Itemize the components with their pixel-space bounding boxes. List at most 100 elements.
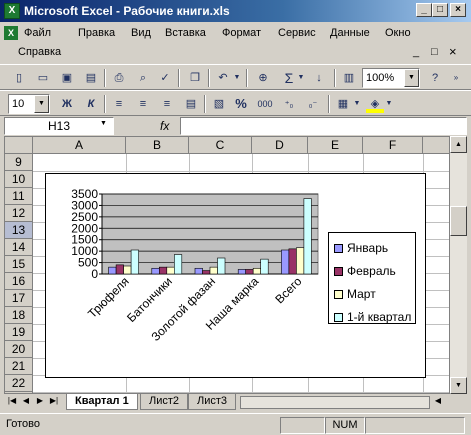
row-header[interactable]: 20 xyxy=(5,341,33,358)
excel-icon[interactable]: X xyxy=(4,3,20,19)
menu-edit[interactable]: Правка xyxy=(78,27,115,39)
bold-button[interactable]: Ж xyxy=(58,95,76,113)
name-box[interactable]: H13 xyxy=(4,117,114,135)
scroll-left-icon[interactable]: ◀ xyxy=(432,396,444,405)
row-header[interactable]: 16 xyxy=(5,273,33,290)
row-header[interactable]: 22 xyxy=(5,375,33,392)
row-header[interactable]: 10 xyxy=(5,171,33,188)
currency-icon[interactable]: ▧ xyxy=(210,95,228,113)
sheet-tab[interactable]: Лист3 xyxy=(188,394,237,410)
borders-icon[interactable]: ▦ xyxy=(334,95,352,113)
column-header-f[interactable]: F xyxy=(363,137,423,154)
worksheet-grid[interactable]: A B C D E F 9 10 11 12 13 14 15 16 17 18… xyxy=(4,136,450,394)
last-sheet-icon[interactable]: ▶| xyxy=(48,396,60,405)
copy-icon[interactable]: ❐ xyxy=(186,69,204,87)
row-header[interactable]: 19 xyxy=(5,324,33,341)
insert-function-button[interactable]: fx xyxy=(160,119,169,133)
menu-window[interactable]: Окно xyxy=(385,27,411,39)
permission-icon[interactable]: ▤ xyxy=(82,69,100,87)
formula-input[interactable] xyxy=(180,117,467,135)
menu-view[interactable]: Вид xyxy=(131,27,151,39)
row-header[interactable]: 21 xyxy=(5,358,33,375)
workbook-icon[interactable]: X xyxy=(4,26,18,40)
menu-tools[interactable]: Сервис xyxy=(278,27,316,39)
legend-item-march: Март xyxy=(334,287,376,301)
align-left-icon[interactable]: ≡ xyxy=(110,95,128,113)
autosum-dropdown-icon[interactable]: ▼ xyxy=(296,69,306,87)
thousands-separator-button[interactable]: 000 xyxy=(254,95,276,113)
fill-color-dropdown-icon[interactable]: ▼ xyxy=(384,95,394,113)
scroll-thumb[interactable] xyxy=(450,206,467,236)
increase-decimal-icon[interactable]: ⁺₀ xyxy=(280,95,298,113)
select-all-corner[interactable] xyxy=(5,137,33,154)
print-icon[interactable]: ⎙ xyxy=(110,69,128,87)
menu-format[interactable]: Формат xyxy=(222,27,261,39)
row-header[interactable]: 18 xyxy=(5,307,33,324)
fill-color-icon[interactable]: ◈ xyxy=(366,95,384,113)
column-header-e[interactable]: E xyxy=(308,137,363,154)
help-icon[interactable]: ? xyxy=(426,69,444,87)
print-preview-icon[interactable]: ⌕ xyxy=(134,69,152,87)
align-right-icon[interactable]: ≡ xyxy=(158,95,176,113)
menu-file[interactable]: Файл xyxy=(24,27,51,39)
cell-reference: H13 xyxy=(47,119,70,133)
sort-ascending-icon[interactable]: ↓ xyxy=(310,69,328,87)
first-sheet-icon[interactable]: |◀ xyxy=(6,396,18,405)
decrease-decimal-icon[interactable]: ₀⁻ xyxy=(304,95,322,113)
maximize-button[interactable]: □ xyxy=(432,3,448,17)
column-header-g[interactable] xyxy=(423,137,449,154)
menu-help[interactable]: Справка xyxy=(18,46,61,58)
row-header[interactable]: 11 xyxy=(5,188,33,205)
italic-button[interactable]: К xyxy=(82,95,100,113)
doc-maximize-button[interactable]: □ xyxy=(431,46,438,58)
spelling-icon[interactable]: ✓ xyxy=(156,69,174,87)
column-header-d[interactable]: D xyxy=(252,137,308,154)
close-button[interactable]: × xyxy=(450,3,466,17)
chevron-down-icon[interactable]: ▼ xyxy=(34,95,49,113)
embedded-chart[interactable]: 3500 3000 2500 2000 1500 1000 500 0 Трюфеля Батон… xyxy=(45,173,426,378)
hyperlink-icon[interactable]: ⊕ xyxy=(254,69,272,87)
row-header[interactable]: 15 xyxy=(5,256,33,273)
chart-legend[interactable]: Январь Февраль Март 1-й квартал xyxy=(328,232,416,324)
percent-button[interactable]: % xyxy=(232,95,250,113)
sheet-tab-active[interactable]: Квартал 1 xyxy=(66,394,138,410)
undo-dropdown-icon[interactable]: ▼ xyxy=(232,69,242,87)
bar xyxy=(159,266,168,275)
scroll-down-icon[interactable]: ▼ xyxy=(450,377,467,394)
vertical-scrollbar[interactable]: ▲ ▼ xyxy=(450,136,467,394)
standard-toolbar: ▯ ▭ ▣ ▤ ⎙ ⌕ ✓ ❐ ↶ ▼ ⊕ Σ ▼ ↓ ▥ 100% ▼ ? » xyxy=(0,64,471,90)
borders-dropdown-icon[interactable]: ▼ xyxy=(352,95,362,113)
open-icon[interactable]: ▭ xyxy=(34,69,52,87)
separator xyxy=(328,95,330,113)
doc-minimize-button[interactable]: _ xyxy=(413,46,419,58)
next-sheet-icon[interactable]: ▶ xyxy=(34,396,46,405)
align-center-icon[interactable]: ≡ xyxy=(134,95,152,113)
minimize-button[interactable]: _ xyxy=(416,3,432,17)
merge-center-icon[interactable]: ▤ xyxy=(182,95,200,113)
name-box-dropdown-icon[interactable]: ▼ xyxy=(100,120,107,127)
toolbar-options-icon[interactable]: » xyxy=(450,69,462,87)
scroll-up-icon[interactable]: ▲ xyxy=(450,136,467,153)
undo-icon[interactable]: ↶ xyxy=(214,69,232,87)
save-icon[interactable]: ▣ xyxy=(58,69,76,87)
row-header-selected[interactable]: 13 xyxy=(5,222,33,239)
menu-data[interactable]: Данные xyxy=(330,27,370,39)
doc-close-button[interactable]: × xyxy=(449,44,457,59)
chart-wizard-icon[interactable]: ▥ xyxy=(340,69,358,87)
horizontal-scrollbar[interactable] xyxy=(240,396,430,409)
legend-label: 1-й квартал xyxy=(347,310,412,324)
zoom-select[interactable]: 100% ▼ xyxy=(362,68,420,88)
row-header[interactable]: 9 xyxy=(5,154,33,171)
sheet-tab[interactable]: Лист2 xyxy=(140,394,189,410)
column-header-c[interactable]: C xyxy=(189,137,252,154)
new-icon[interactable]: ▯ xyxy=(10,69,28,87)
prev-sheet-icon[interactable]: ◀ xyxy=(20,396,32,405)
chevron-down-icon[interactable]: ▼ xyxy=(404,69,419,87)
row-header[interactable]: 12 xyxy=(5,205,33,222)
column-header-a[interactable]: A xyxy=(33,137,126,154)
menu-insert[interactable]: Вставка xyxy=(165,27,206,39)
font-size-select[interactable]: 10 ▼ xyxy=(8,94,50,114)
row-header[interactable]: 14 xyxy=(5,239,33,256)
row-header[interactable]: 17 xyxy=(5,290,33,307)
column-header-b[interactable]: B xyxy=(126,137,189,154)
